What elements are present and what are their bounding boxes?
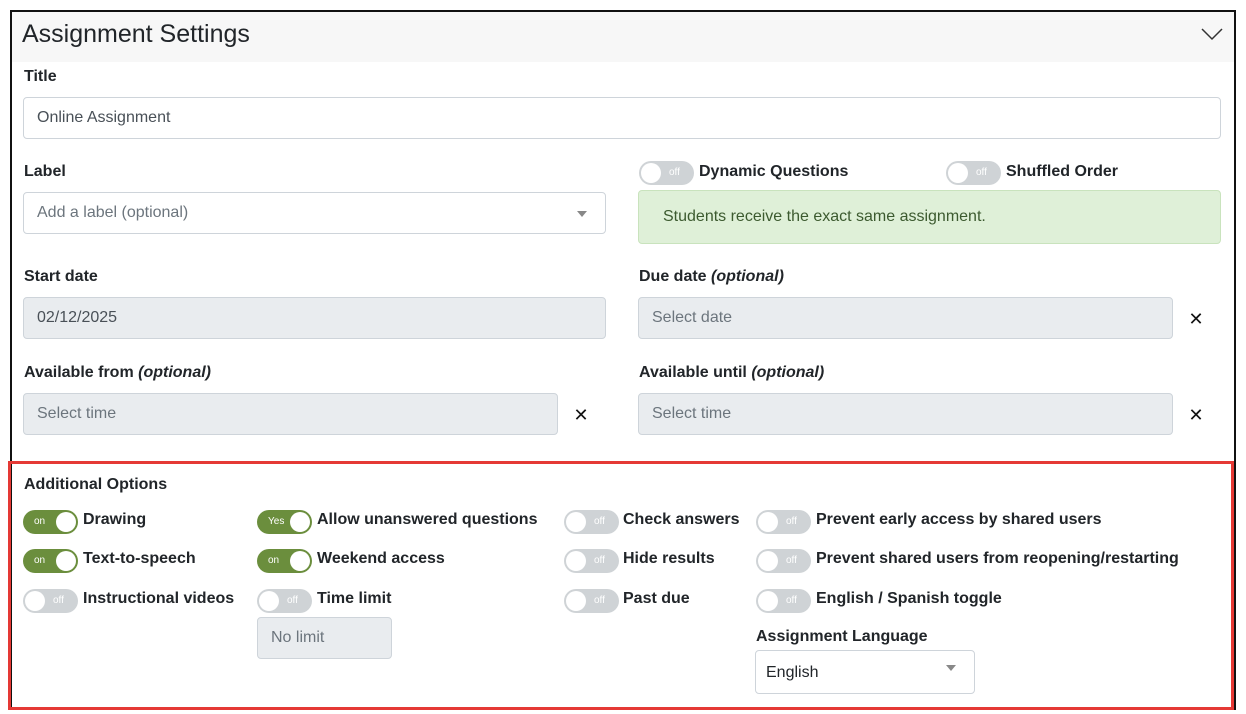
drawing-toggle[interactable]: on [23,510,78,534]
dynamic-questions-toggle[interactable]: off [639,161,694,185]
chevron-down-icon [946,665,956,671]
prevent-reopening-toggle[interactable]: off [756,549,811,573]
panel-header[interactable]: Assignment Settings [12,12,1234,62]
toggle-knob [566,551,586,571]
text-to-speech-label: Text-to-speech [83,550,196,567]
label-label: Label [24,163,66,180]
panel-title: Assignment Settings [22,20,250,48]
prevent-reopening-label: Prevent shared users from reopening/rest… [816,550,1179,567]
time-limit-label: Time limit [317,590,392,607]
toggle-state: on [34,555,46,566]
optional-hint: (optional) [711,268,784,285]
available-from-input[interactable]: Select time [23,393,558,435]
label-select-placeholder: Add a label (optional) [37,204,189,221]
instructional-videos-toggle[interactable]: off [23,589,78,613]
hide-results-toggle[interactable]: off [564,549,619,573]
allow-unanswered-label: Allow unanswered questions [317,511,538,528]
toggle-state: off [786,595,797,606]
toggle-knob [758,591,778,611]
chevron-down-icon[interactable] [1200,24,1224,44]
toggle-knob [758,512,778,532]
shuffled-order-label: Shuffled Order [1006,163,1119,180]
chevron-down-icon [577,211,587,217]
additional-options-title: Additional Options [24,476,168,493]
optional-hint: (optional) [138,364,211,381]
toggle-state: off [594,516,605,527]
toggle-state: off [287,595,298,606]
toggle-state: Yes [268,516,285,527]
assignment-language-label: Assignment Language [756,628,928,645]
toggle-state: off [594,555,605,566]
due-date-label-text: Due date [639,268,707,285]
dynamic-questions-label: Dynamic Questions [699,163,849,180]
toggle-state: off [976,167,987,178]
check-answers-toggle[interactable]: off [564,510,619,534]
english-spanish-toggle-label: English / Spanish toggle [816,590,1002,607]
past-due-label: Past due [623,590,690,607]
prevent-early-access-label: Prevent early access by shared users [816,511,1102,528]
instructional-videos-label: Instructional videos [83,590,235,607]
available-until-label-text: Available until [639,364,747,381]
available-from-label-text: Available from [24,364,134,381]
clear-due-date-icon[interactable]: ✕ [1188,309,1204,330]
toggle-state: off [786,555,797,566]
weekend-access-toggle[interactable]: on [257,549,312,573]
toggle-knob [290,512,310,532]
toggle-knob [259,591,279,611]
toggle-knob [56,512,76,532]
start-date-label: Start date [24,268,98,285]
past-due-toggle[interactable]: off [564,589,619,613]
shuffled-order-toggle[interactable]: off [946,161,1001,185]
title-label: Title [24,68,57,85]
title-input[interactable]: Online Assignment [23,97,1221,139]
clear-available-until-icon[interactable]: ✕ [1188,405,1204,426]
available-until-label: Available until (optional) [639,364,824,382]
info-alert: Students receive the exact same assignme… [638,190,1221,244]
toggle-knob [758,551,778,571]
toggle-knob [641,163,661,183]
english-spanish-toggle[interactable]: off [756,589,811,613]
clear-available-from-icon[interactable]: ✕ [573,405,589,426]
additional-options-section [8,461,1234,710]
time-limit-input: No limit [257,617,392,659]
toggle-state: off [669,167,680,178]
hide-results-label: Hide results [623,550,715,567]
assignment-language-value: English [766,664,819,681]
allow-unanswered-toggle[interactable]: Yes [257,510,312,534]
drawing-label: Drawing [83,511,147,528]
toggle-knob [948,163,968,183]
toggle-state: off [786,516,797,527]
toggle-state: off [53,595,64,606]
toggle-knob [56,551,76,571]
available-until-input[interactable]: Select time [638,393,1173,435]
toggle-state: on [268,555,280,566]
weekend-access-label: Weekend access [317,550,445,567]
prevent-early-access-toggle[interactable]: off [756,510,811,534]
text-to-speech-toggle[interactable]: on [23,549,78,573]
optional-hint: (optional) [751,364,825,381]
toggle-state: off [594,595,605,606]
assignment-language-select[interactable]: English [755,650,975,694]
label-select[interactable]: Add a label (optional) [23,192,606,234]
toggle-state: on [34,516,46,527]
due-date-input[interactable]: Select date [638,297,1173,339]
check-answers-label: Check answers [623,511,740,528]
toggle-knob [25,591,45,611]
available-from-label: Available from (optional) [24,364,211,382]
toggle-knob [566,591,586,611]
toggle-knob [290,551,310,571]
start-date-input: 02/12/2025 [23,297,606,339]
toggle-knob [566,512,586,532]
due-date-label: Due date (optional) [639,268,784,286]
time-limit-toggle[interactable]: off [257,589,312,613]
